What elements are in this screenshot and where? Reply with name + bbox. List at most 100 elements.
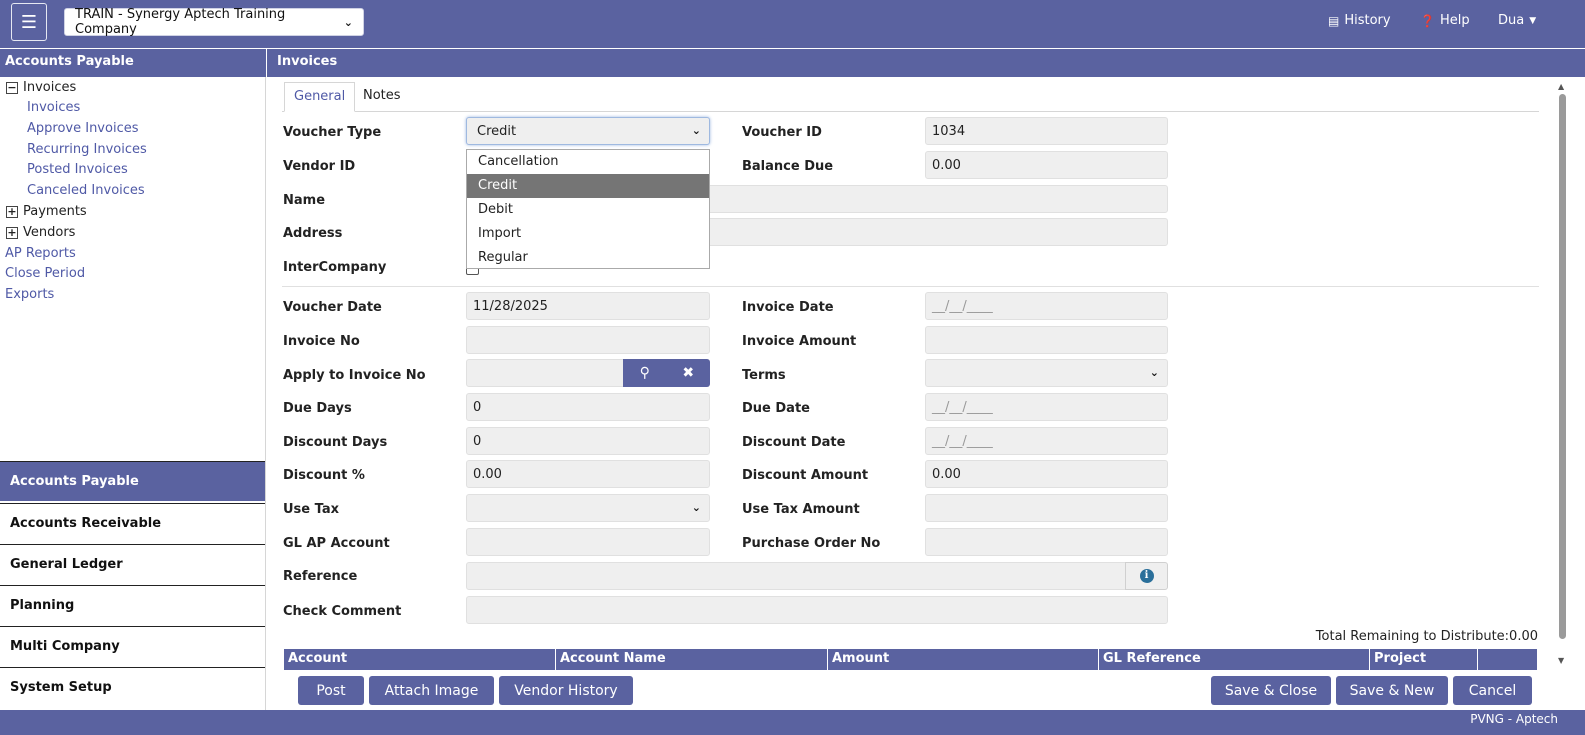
- invoice-no-field[interactable]: [466, 326, 710, 354]
- expand-icon[interactable]: +: [6, 205, 18, 218]
- due-days-field[interactable]: 0: [466, 393, 710, 421]
- due-date-field[interactable]: __/__/____: [925, 393, 1168, 421]
- tree-node-vendors[interactable]: + Vendors: [6, 225, 75, 240]
- discount-date-label: Discount Date: [742, 435, 846, 450]
- use-tax-amount-field[interactable]: [925, 494, 1168, 522]
- voucher-type-select[interactable]: Credit ⌄: [466, 117, 710, 145]
- apply-invoice-label: Apply to Invoice No: [283, 368, 426, 383]
- collapse-icon[interactable]: −: [6, 81, 18, 94]
- discount-days-field[interactable]: 0: [466, 427, 710, 455]
- tree-link-posted-invoices[interactable]: Posted Invoices: [27, 162, 128, 177]
- tree-link-close-period[interactable]: Close Period: [5, 266, 85, 281]
- left-panel-title: Accounts Payable: [0, 49, 266, 77]
- tab-general[interactable]: General: [284, 82, 356, 112]
- module-planning[interactable]: Planning: [0, 585, 265, 625]
- module-accounts-receivable[interactable]: Accounts Receivable: [0, 503, 265, 543]
- company-select-value: TRAIN - Synergy Aptech Training Company: [75, 7, 286, 37]
- balance-due-field[interactable]: 0.00: [925, 151, 1168, 179]
- voucher-date-field[interactable]: 11/28/2025: [466, 292, 710, 320]
- column-actions: [1478, 649, 1537, 670]
- invoice-date-field[interactable]: __/__/____: [925, 292, 1168, 320]
- scroll-thumb[interactable]: [1559, 94, 1566, 639]
- column-account[interactable]: Account: [284, 649, 556, 670]
- module-multi-company[interactable]: Multi Company: [0, 626, 265, 666]
- check-comment-field[interactable]: [466, 596, 1168, 624]
- address-label: Address: [283, 226, 343, 241]
- invoice-amount-field[interactable]: [925, 326, 1168, 354]
- column-gl-reference[interactable]: GL Reference: [1099, 649, 1370, 670]
- purchase-order-label: Purchase Order No: [742, 536, 881, 551]
- attach-image-button[interactable]: Attach Image: [369, 676, 494, 705]
- scroll-down-icon[interactable]: ▼: [1558, 656, 1564, 665]
- apply-invoice-field[interactable]: [466, 359, 624, 387]
- tree-link-invoices[interactable]: Invoices: [27, 100, 80, 115]
- tab-bar: General Notes: [282, 82, 1539, 112]
- vendor-history-button[interactable]: Vendor History: [499, 676, 633, 705]
- voucher-id-field[interactable]: 1034: [925, 117, 1168, 145]
- use-tax-amount-label: Use Tax Amount: [742, 502, 860, 517]
- top-bar: ☰ TRAIN - Synergy Aptech Training Compan…: [0, 0, 1585, 48]
- main-scrollbar[interactable]: ▲ ▼: [1556, 80, 1568, 668]
- column-account-name[interactable]: Account Name: [556, 649, 828, 670]
- check-comment-label: Check Comment: [283, 604, 402, 619]
- save-close-button[interactable]: Save & Close: [1211, 676, 1331, 705]
- voucher-id-label: Voucher ID: [742, 125, 822, 140]
- chevron-down-icon: ⌄: [691, 501, 701, 514]
- terms-select[interactable]: ⌄: [925, 359, 1168, 387]
- dropdown-option-credit[interactable]: Credit: [467, 174, 709, 198]
- company-select[interactable]: TRAIN - Synergy Aptech Training Company …: [64, 7, 364, 37]
- terms-label: Terms: [742, 368, 786, 383]
- search-icon[interactable]: ⚲: [623, 359, 667, 387]
- info-icon: i: [1139, 569, 1154, 583]
- tree-link-exports[interactable]: Exports: [5, 287, 54, 302]
- close-icon[interactable]: ✖: [667, 359, 711, 387]
- dropdown-option-regular[interactable]: Regular: [467, 246, 709, 270]
- reference-info-button[interactable]: i: [1125, 562, 1168, 590]
- reference-field[interactable]: [466, 562, 1126, 590]
- invoice-no-label: Invoice No: [283, 334, 360, 349]
- footer-text: PVNG - Aptech: [1470, 712, 1558, 726]
- module-system-setup[interactable]: System Setup: [0, 667, 265, 707]
- caret-down-icon: ▼: [1529, 15, 1537, 26]
- save-new-button[interactable]: Save & New: [1336, 676, 1448, 705]
- tree-node-label: Invoices: [23, 80, 77, 95]
- discount-amount-field[interactable]: 0.00: [925, 460, 1168, 488]
- user-menu[interactable]: Dua ▼: [1498, 13, 1536, 28]
- distribution-grid-header: Account Account Name Amount GL Reference…: [284, 649, 1537, 670]
- post-button[interactable]: Post: [298, 676, 364, 705]
- gl-ap-account-field[interactable]: [466, 528, 710, 556]
- column-amount[interactable]: Amount: [828, 649, 1099, 670]
- discount-pct-field[interactable]: 0.00: [466, 460, 710, 488]
- scroll-up-icon[interactable]: ▲: [1558, 82, 1564, 91]
- dropdown-option-cancellation[interactable]: Cancellation: [467, 150, 709, 174]
- discount-date-field[interactable]: __/__/____: [925, 427, 1168, 455]
- invoice-date-label: Invoice Date: [742, 300, 834, 315]
- dropdown-option-import[interactable]: Import: [467, 222, 709, 246]
- tree-link-canceled-invoices[interactable]: Canceled Invoices: [27, 183, 145, 198]
- tree-link-recurring-invoices[interactable]: Recurring Invoices: [27, 142, 147, 157]
- tree-link-approve-invoices[interactable]: Approve Invoices: [27, 121, 138, 136]
- intercompany-label: InterCompany: [283, 260, 387, 275]
- tree-link-ap-reports[interactable]: AP Reports: [5, 246, 76, 261]
- column-project[interactable]: Project: [1370, 649, 1478, 670]
- name-label: Name: [283, 193, 326, 208]
- purchase-order-field[interactable]: [925, 528, 1168, 556]
- invoice-amount-label: Invoice Amount: [742, 334, 857, 349]
- tree-node-invoices[interactable]: − Invoices: [6, 80, 76, 95]
- gl-ap-account-label: GL AP Account: [283, 536, 390, 551]
- menu-toggle-button[interactable]: ☰: [11, 3, 47, 41]
- expand-icon[interactable]: +: [6, 226, 18, 239]
- module-general-ledger[interactable]: General Ledger: [0, 544, 265, 584]
- tree-node-label: Vendors: [23, 225, 76, 240]
- tree-node-label: Payments: [23, 204, 87, 219]
- help-link[interactable]: ❓ Help: [1420, 13, 1470, 28]
- dropdown-option-debit[interactable]: Debit: [467, 198, 709, 222]
- tree-node-payments[interactable]: + Payments: [6, 204, 87, 219]
- tab-notes[interactable]: Notes: [354, 82, 410, 112]
- module-accounts-payable[interactable]: Accounts Payable: [0, 461, 265, 501]
- use-tax-select[interactable]: ⌄: [466, 494, 710, 522]
- cancel-button[interactable]: Cancel: [1453, 676, 1532, 705]
- balance-due-label: Balance Due: [742, 159, 834, 174]
- history-link[interactable]: ▤ History: [1328, 13, 1391, 28]
- voucher-type-value: Credit: [477, 124, 517, 139]
